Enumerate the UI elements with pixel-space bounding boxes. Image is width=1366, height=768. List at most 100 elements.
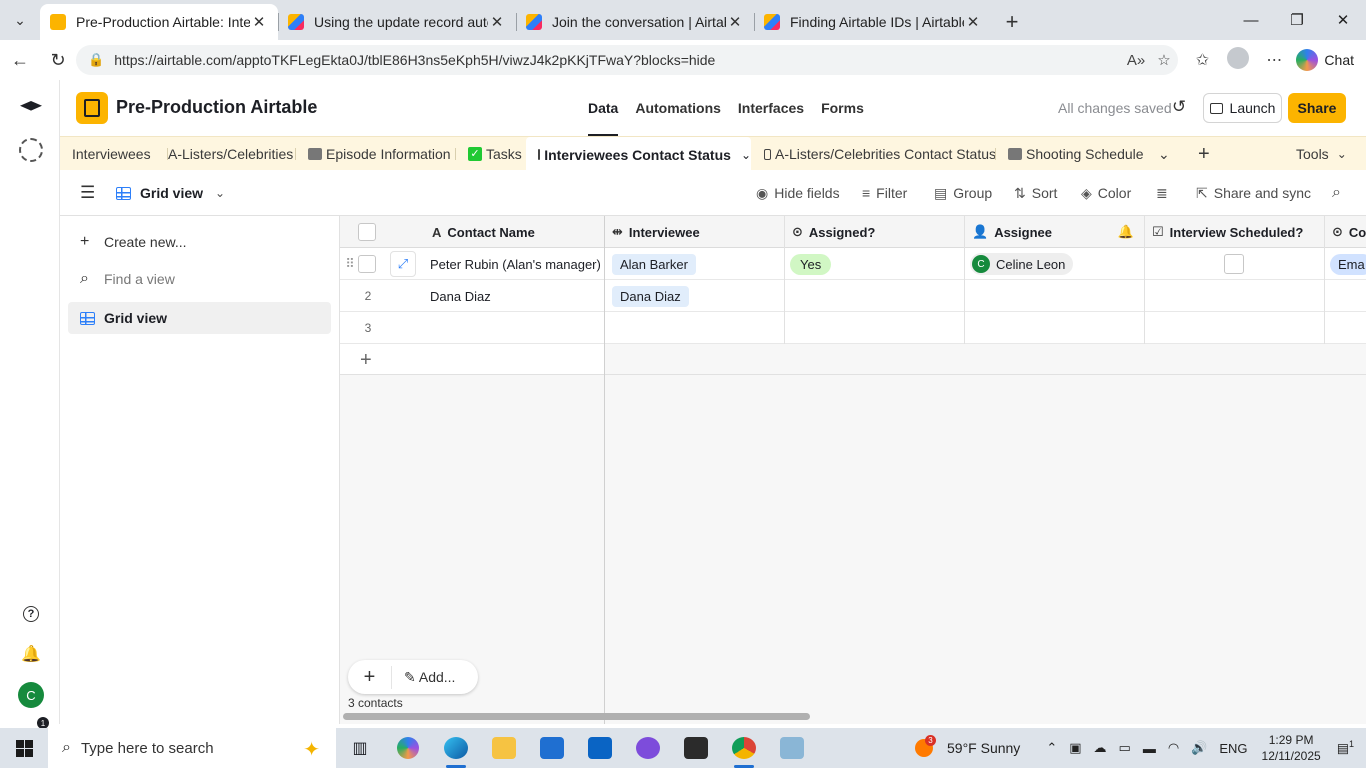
weather-text[interactable]: 59°F Sunny [947,740,1020,756]
close-tab-icon[interactable]: ✕ [250,13,268,31]
interview-scheduled-cell[interactable] [1144,248,1324,280]
filter-button[interactable]: ≡ Filter [862,170,907,216]
contact-name-cell[interactable] [430,312,604,344]
interviewee-cell[interactable]: Dana Diaz [604,280,784,312]
nav-data[interactable]: Data [588,80,619,136]
row-checkbox[interactable] [358,255,376,273]
interviewee-cell[interactable]: Alan Barker [604,248,784,280]
app-pinned-icon[interactable] [768,728,816,768]
task-view-icon[interactable]: ▥ [336,728,384,768]
share-button[interactable]: Share [1288,93,1346,123]
close-tab-icon[interactable]: ✕ [488,13,506,31]
table-tab-interviewees[interactable]: Interviewees [72,137,168,171]
taskbar-search-input[interactable]: ⌕ Type here to search ✦ [48,728,336,768]
weather-icon[interactable]: 3 [915,735,936,757]
table-row[interactable]: 2 Dana Diaz Dana Diaz [340,280,1366,312]
notification-center-icon[interactable]: ▤1 [1337,739,1354,756]
select-all-checkbox[interactable] [358,223,376,241]
sort-button[interactable]: ⇅ Sort [1014,170,1057,216]
airtable-home-icon[interactable] [18,96,44,122]
search-icon[interactable]: ⌕ [1332,170,1341,216]
add-table-icon[interactable]: + [1198,137,1218,171]
browser-tab-airtable[interactable]: Pre-Production Airtable: Intervi ✕ [40,4,278,40]
close-window-icon[interactable]: ✕ [1320,0,1366,40]
expand-record-icon[interactable]: ⤢ [390,251,416,277]
find-view-input[interactable]: ⌕ Find a view [68,263,331,295]
copilot-taskbar-icon[interactable] [384,728,432,768]
sidebar-item-grid-view[interactable]: Grid view [68,302,331,334]
profile-icon[interactable] [1220,46,1256,74]
drag-handle-icon[interactable]: ⠿ [340,248,360,280]
table-tab-tasks[interactable]: ✓ Tasks [468,137,524,171]
microsoft-store-icon[interactable] [528,728,576,768]
notifications-bell-icon[interactable]: 🔔 [18,641,44,667]
column-header-contact-name[interactable]: A Contact Name [424,216,604,248]
table-tab-a-listers-contact-status[interactable]: A-Listers/Celebrities Contact Status [764,137,996,171]
edge-browser-icon[interactable] [432,728,480,768]
linked-record-pill[interactable]: Dana Diaz [612,285,689,307]
show-hidden-icons-chevron-icon[interactable]: ⌃ [1046,740,1057,756]
close-tab-icon[interactable]: ✕ [964,13,982,31]
add-with-ai-button[interactable]: ✎ Add... [392,669,455,686]
read-aloud-icon[interactable]: A» [1122,52,1150,69]
start-windows-icon[interactable] [0,728,48,768]
all-tables-chevron-icon[interactable]: ⌄ [1158,137,1178,171]
add-record-row[interactable]: + [340,344,604,375]
minimize-icon[interactable]: — [1228,0,1274,40]
sticky-notes-icon[interactable] [672,728,720,768]
help-icon[interactable]: ? [18,601,44,627]
toggle-sidebar-hamburger-icon[interactable]: ☰ [80,170,95,216]
contact-method-cell[interactable]: Ema [1324,248,1366,280]
wifi-icon[interactable]: ◠ [1168,740,1179,756]
account-avatar[interactable]: C [18,682,44,708]
language-indicator[interactable]: ENG [1219,741,1247,756]
horizontal-scrollbar[interactable] [343,713,810,720]
copilot-chat-button[interactable]: Chat [1292,49,1366,71]
contact-name-cell[interactable]: Dana Diaz [430,280,604,312]
table-row[interactable]: 3 [340,312,1366,344]
assigned-cell[interactable]: Yes [784,248,964,280]
share-sync-button[interactable]: ⇱ Share and sync [1196,170,1311,216]
column-header-contact-method[interactable]: ⊙ Co [1324,216,1366,248]
table-options-chevron-icon[interactable]: ⌄ [741,148,751,162]
back-arrow-icon[interactable]: ← [2,42,38,78]
favorite-star-icon[interactable]: ☆ [1150,51,1178,69]
new-tab-icon[interactable]: + [992,4,1032,40]
browser-tab-finding-ids[interactable]: Finding Airtable IDs | Airtable Supp ✕ [754,4,992,40]
column-header-interview-scheduled[interactable]: ☑ Interview Scheduled? [1144,216,1324,248]
chrome-icon[interactable] [720,728,768,768]
group-button[interactable]: ▤ Group [934,170,992,216]
refresh-icon[interactable]: ↻ [40,42,76,78]
table-tab-shooting-schedule[interactable]: Shooting Schedule [1008,137,1148,171]
view-switcher[interactable]: Grid view ⌄ [116,170,225,216]
hide-fields-button[interactable]: ◉ Hide fields [756,170,840,216]
column-header-assignee[interactable]: 👤 Assignee 🔔 [964,216,1144,248]
create-new-view-button[interactable]: + Create new... [68,226,331,258]
nav-interfaces[interactable]: Interfaces [738,80,804,136]
column-header-assigned[interactable]: ⊙ Assigned? [784,216,964,248]
battery-icon[interactable]: ▬ [1143,741,1156,756]
add-record-plus-button[interactable]: + [348,665,392,689]
favorites-icon[interactable]: ✩ [1184,50,1220,70]
linked-record-pill[interactable]: Alan Barker [612,253,696,275]
outlook-icon[interactable] [576,728,624,768]
tab-actions-chevron-icon[interactable]: ⌄ [0,0,40,40]
notify-bell-icon[interactable]: 🔔 [1118,224,1134,240]
color-button[interactable]: ◈ Color [1081,170,1131,216]
column-header-interviewee[interactable]: ⇹ Interviewee [604,216,784,248]
launch-button[interactable]: Launch [1203,93,1282,123]
browser-tab-update-record[interactable]: Using the update record automati ✕ [278,4,516,40]
assignee-cell[interactable]: C Celine Leon [964,248,1144,280]
contact-name-cell[interactable]: Peter Rubin (Alan's manager) [430,248,604,280]
table-row[interactable]: ⠿ ⤢ Peter Rubin (Alan's manager) Alan Ba… [340,248,1366,280]
base-menu-chevron-icon[interactable]: ⌄ [306,98,316,112]
omni-assistant-icon[interactable] [18,137,44,163]
browser-tab-community[interactable]: Join the conversation | Airtable Co ✕ [516,4,754,40]
lock-icon[interactable]: 🔒 [88,52,104,68]
brave-browser-icon[interactable] [624,728,672,768]
table-tab-interviewees-contact-status[interactable]: Interviewees Contact Status ⌄ [526,137,751,172]
clock[interactable]: 1:29 PM 12/11/2025 [1262,732,1321,764]
nav-forms[interactable]: Forms [821,80,864,136]
file-explorer-icon[interactable] [480,728,528,768]
display-icon[interactable]: ▭ [1119,740,1131,756]
